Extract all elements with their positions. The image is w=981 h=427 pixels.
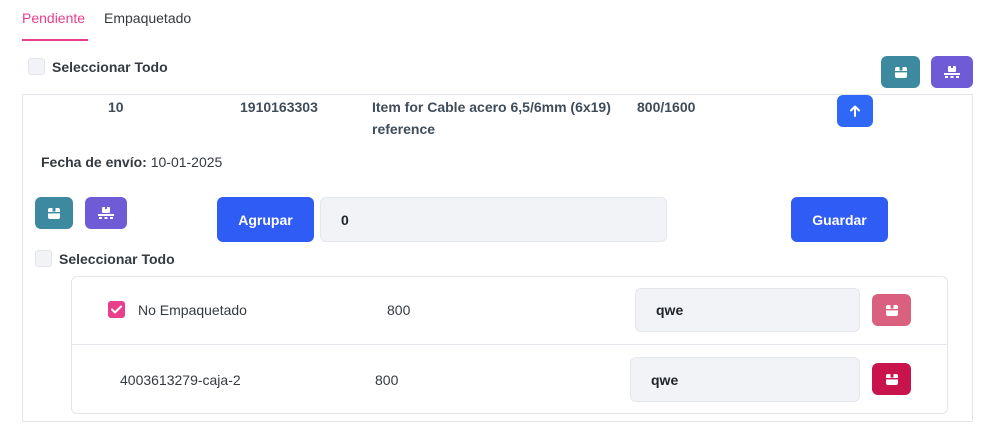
box-icon: [885, 373, 898, 385]
select-all-checkbox[interactable]: [28, 58, 45, 75]
order-line: 10: [108, 99, 124, 115]
item-package-button[interactable]: [872, 294, 911, 326]
item-package-button[interactable]: [872, 363, 911, 395]
pallet-button[interactable]: [931, 56, 973, 88]
item-quantity: 800: [375, 372, 399, 388]
list-divider: [72, 344, 947, 345]
box-icon: [48, 207, 60, 219]
pallet-icon: [944, 66, 960, 78]
pallet-button-inner[interactable]: [85, 197, 127, 229]
checkmark-icon: [111, 305, 122, 314]
box-button[interactable]: [881, 56, 920, 88]
box-icon: [885, 304, 898, 316]
item-name: No Empaquetado: [138, 302, 247, 318]
pallet-icon: [98, 207, 114, 219]
item-package-input[interactable]: qwe: [635, 288, 860, 332]
ship-date-label: Fecha de envío:: [41, 154, 147, 170]
tab-pendiente[interactable]: Pendiente: [22, 10, 85, 26]
item-quantity: 800: [387, 302, 411, 318]
ship-date: Fecha de envío: 10-01-2025: [41, 154, 222, 170]
order-material: 1910163303: [240, 99, 318, 115]
box-icon: [894, 66, 907, 78]
select-all-label: Seleccionar Todo: [52, 59, 168, 75]
collapse-button[interactable]: [837, 95, 873, 127]
arrow-up-icon: [850, 105, 860, 117]
select-all-items-checkbox[interactable]: [35, 250, 52, 267]
order-quantity: 800/1600: [637, 99, 696, 115]
item-name: 4003613279-caja-2: [120, 372, 241, 388]
ship-date-value: 10-01-2025: [150, 154, 223, 170]
group-button[interactable]: Agrupar: [217, 197, 314, 242]
tab-bar: Pendiente Empaquetado: [22, 0, 972, 42]
tab-empaquetado[interactable]: Empaquetado: [104, 10, 191, 26]
active-tab-indicator: [22, 39, 88, 41]
group-quantity-input[interactable]: 0: [320, 197, 667, 242]
order-description: Item for Cable acero 6,5/6mm (6x19) refe…: [372, 99, 611, 137]
item-package-input[interactable]: qwe: [630, 357, 860, 402]
save-button[interactable]: Guardar: [791, 197, 888, 242]
item-checkbox[interactable]: [108, 301, 125, 318]
box-button-inner[interactable]: [35, 197, 73, 229]
select-all-items-label: Seleccionar Todo: [59, 251, 175, 267]
